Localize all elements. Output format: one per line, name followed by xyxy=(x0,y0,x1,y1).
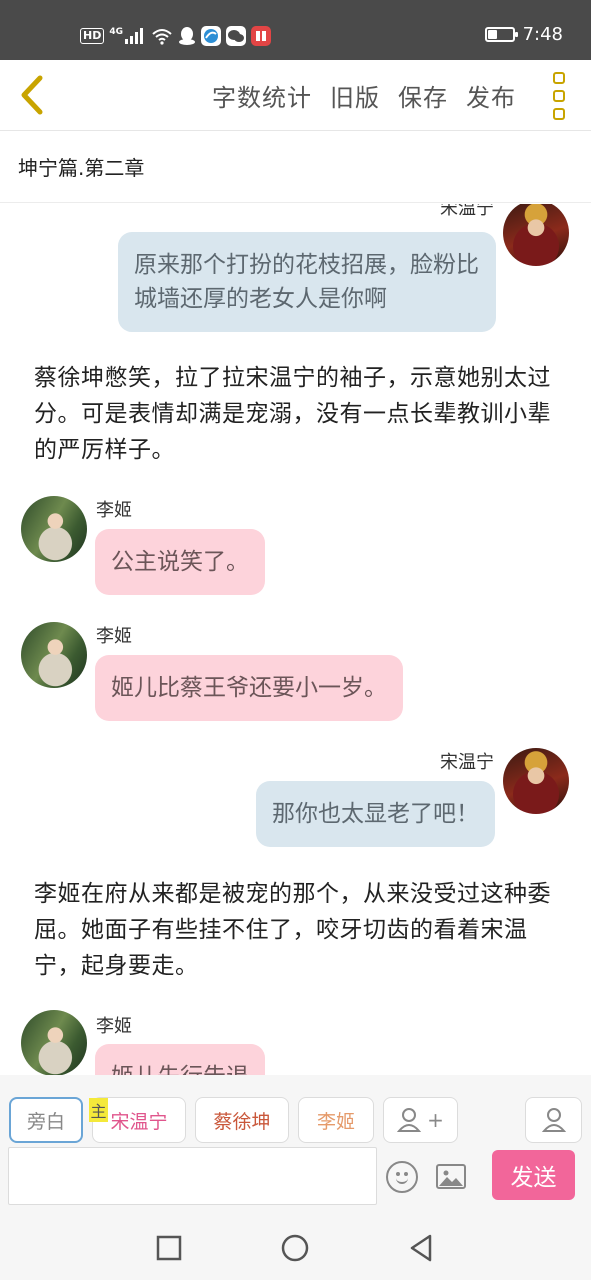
top-toolbar: 字数统计 旧版 保存 发布 xyxy=(0,60,591,131)
avatar[interactable] xyxy=(503,204,569,266)
message-left[interactable]: 李姬 姬儿比蔡王爷还要小一岁。 xyxy=(0,620,591,730)
qq-icon xyxy=(179,27,195,45)
main-role-badge: 主 xyxy=(89,1098,108,1122)
message-left[interactable]: 李姬 公主说笑了。 xyxy=(0,494,591,604)
speaker-name: 宋温宁 xyxy=(440,752,494,773)
role-narrator-button[interactable]: 旁白 xyxy=(9,1097,83,1143)
toolbar-actions: 字数统计 旧版 保存 发布 xyxy=(212,60,516,131)
hd-icon: HD xyxy=(80,28,105,44)
speaker-name: 李姬 xyxy=(96,626,132,647)
recent-apps-icon[interactable] xyxy=(154,1233,184,1263)
message-right[interactable]: 宋温宁 那你也太显老了吧！ xyxy=(0,744,591,854)
avatar[interactable] xyxy=(503,748,569,814)
message-bubble: 姬儿先行告退 xyxy=(95,1044,265,1075)
role-cai-xukun-button[interactable]: 蔡徐坤 xyxy=(195,1097,289,1143)
back-nav-icon[interactable] xyxy=(406,1233,436,1263)
status-bar: HD 4G 7:48 xyxy=(0,0,591,60)
chat-content[interactable]: 宋温宁 原来那个打扮的花枝招展，脸粉比城墙还厚的老女人是你啊 蔡徐坤憋笑，拉了拉… xyxy=(0,204,591,1075)
message-input[interactable] xyxy=(8,1147,377,1205)
speaker-name: 李姬 xyxy=(96,1016,132,1037)
avatar[interactable] xyxy=(21,1010,87,1075)
message-left[interactable]: 李姬 姬儿先行告退 xyxy=(0,1010,591,1075)
chapter-title: 坤宁篇.第二章 xyxy=(18,156,145,180)
network-type-label: 4G xyxy=(109,27,123,37)
role-selector: 旁白 宋温宁 主 蔡徐坤 李姬 + xyxy=(0,1075,591,1147)
more-dot-icon xyxy=(553,108,565,120)
battery-icon xyxy=(484,27,518,42)
more-dot-icon xyxy=(553,72,565,84)
old-version-button[interactable]: 旧版 xyxy=(330,78,380,113)
signal-icon xyxy=(125,28,143,44)
system-nav-bar xyxy=(0,1213,591,1280)
back-button[interactable] xyxy=(14,72,50,118)
chevron-left-icon xyxy=(21,75,43,115)
message-bubble: 那你也太显老了吧！ xyxy=(256,781,495,847)
avatar[interactable] xyxy=(21,496,87,562)
person-icon xyxy=(541,1108,566,1132)
message-bubble: 姬儿比蔡王爷还要小一岁。 xyxy=(95,655,403,721)
status-icons: HD 4G xyxy=(80,24,271,48)
reader-app-icon xyxy=(251,26,271,46)
message-right[interactable]: 宋温宁 原来那个打扮的花枝招展，脸粉比城墙还厚的老女人是你啊 xyxy=(0,204,591,336)
save-button[interactable]: 保存 xyxy=(398,78,448,113)
clock: 7:48 xyxy=(522,24,563,45)
role-li-ji-button[interactable]: 李姬 xyxy=(298,1097,374,1143)
home-icon[interactable] xyxy=(280,1233,310,1263)
plus-label: + xyxy=(427,1108,444,1132)
add-person-icon xyxy=(397,1108,422,1132)
more-menu-button[interactable] xyxy=(551,72,567,120)
image-icon[interactable] xyxy=(436,1164,466,1189)
emoji-icon[interactable] xyxy=(386,1161,418,1193)
speaker-name: 宋温宁 xyxy=(440,204,494,219)
add-role-button[interactable]: + xyxy=(383,1097,458,1143)
more-dot-icon xyxy=(553,90,565,102)
speaker-name: 李姬 xyxy=(96,500,132,521)
avatar[interactable] xyxy=(21,622,87,688)
wifi-icon xyxy=(152,29,172,45)
word-count-button[interactable]: 字数统计 xyxy=(212,78,312,113)
chapter-header[interactable]: 坤宁篇.第二章 xyxy=(0,131,591,203)
browser-icon xyxy=(201,26,221,46)
send-button[interactable]: 发送 xyxy=(492,1150,575,1200)
publish-button[interactable]: 发布 xyxy=(466,78,516,113)
message-bubble: 公主说笑了。 xyxy=(95,529,265,595)
message-bubble: 原来那个打扮的花枝招展，脸粉比城墙还厚的老女人是你啊 xyxy=(118,232,496,332)
narration-text[interactable]: 蔡徐坤憋笑，拉了拉宋温宁的袖子，示意她别太过分。可是表情却满是宠溺，没有一点长辈… xyxy=(34,360,564,468)
role-manage-button[interactable] xyxy=(525,1097,582,1143)
status-right: 7:48 xyxy=(484,24,563,45)
input-row: 发送 xyxy=(0,1147,591,1213)
wechat-icon xyxy=(226,26,246,46)
narration-text[interactable]: 李姬在府从来都是被宠的那个，从来没受过这种委屈。她面子有些挂不住了，咬牙切齿的看… xyxy=(34,876,564,984)
